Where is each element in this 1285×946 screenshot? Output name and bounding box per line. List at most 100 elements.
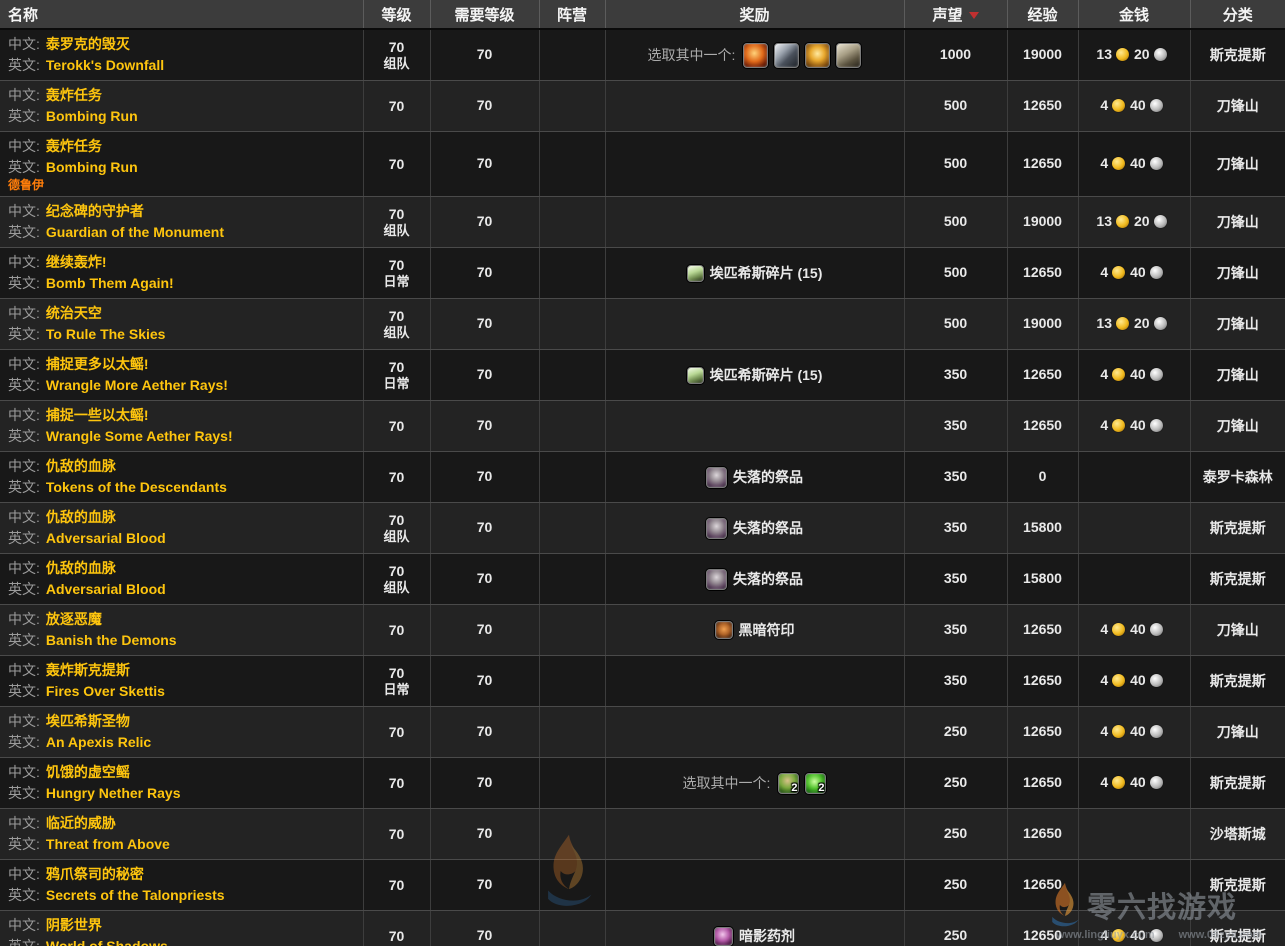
spear-icon[interactable] <box>836 43 861 68</box>
quest-link-en[interactable]: Fires Over Skettis <box>46 683 165 699</box>
quest-row: 中文:阴影世界英文:World of Shadows7070暗影药剂250126… <box>0 911 1285 946</box>
shadow-potion-icon[interactable] <box>714 927 733 946</box>
reward-item-link[interactable]: 失落的祭品 <box>733 467 803 487</box>
money-cell: 440 <box>1078 248 1190 299</box>
language-label: 中文: <box>8 917 40 933</box>
reputation-value: 500 <box>944 264 967 280</box>
language-label: 中文: <box>8 866 40 882</box>
column-header-label: 需要等级 <box>454 7 514 24</box>
column-header-reward[interactable]: 奖励 <box>605 0 904 29</box>
silver-amount: 40 <box>1130 927 1146 943</box>
apexis-shard-icon[interactable] <box>687 367 704 384</box>
quest-name-line-en: 英文:Tokens of the Descendants <box>8 477 357 498</box>
quest-link-cn[interactable]: 捕捉更多以太鳐! <box>46 356 149 372</box>
quest-link-cn[interactable]: 仇敌的血脉 <box>46 509 116 525</box>
quest-link-en[interactable]: Banish the Demons <box>46 632 177 648</box>
lost-offering-icon[interactable] <box>706 518 727 539</box>
quest-link-en[interactable]: Tokens of the Descendants <box>46 479 227 495</box>
quest-link-en[interactable]: Guardian of the Monument <box>46 224 224 240</box>
quest-link-cn[interactable]: 鸦爪祭司的秘密 <box>46 866 144 882</box>
quest-link-en[interactable]: Threat from Above <box>46 836 170 852</box>
category-cell: 刀锋山 <box>1190 350 1285 401</box>
column-header-category[interactable]: 分类 <box>1190 0 1285 29</box>
apexis-shard-icon[interactable] <box>687 265 704 282</box>
reward-cell: 埃匹希斯碎片 (15) <box>605 248 904 299</box>
language-label: 英文: <box>8 275 40 291</box>
quest-link-en[interactable]: Bomb Them Again! <box>46 275 174 291</box>
quest-name-cell: 中文:纪念碑的守护者英文:Guardian of the Monument <box>0 197 363 248</box>
quest-row: 中文:继续轰炸!英文:Bomb Them Again!70日常70埃匹希斯碎片 … <box>0 248 1285 299</box>
quest-link-en[interactable]: Bombing Run <box>46 159 138 175</box>
dark-sigil-icon[interactable] <box>715 621 733 639</box>
quest-link-cn[interactable]: 捕捉一些以太鳐! <box>46 407 149 423</box>
quest-link-en[interactable]: Wrangle Some Aether Rays! <box>46 428 233 444</box>
quest-link-cn[interactable]: 泰罗克的毁灭 <box>46 36 130 52</box>
reward-item-link[interactable]: 埃匹希斯碎片 (15) <box>710 263 823 283</box>
column-header-faction[interactable]: 阵营 <box>539 0 605 29</box>
quest-name-line-en: 英文:Adversarial Blood <box>8 528 357 549</box>
level-cell: 70 <box>363 707 430 758</box>
quest-name-line-en: 英文:Banish the Demons <box>8 630 357 651</box>
column-header-level[interactable]: 等级 <box>363 0 430 29</box>
quest-link-cn[interactable]: 饥饿的虚空鳐 <box>46 764 130 780</box>
quest-link-en[interactable]: Hungry Nether Rays <box>46 785 181 801</box>
reputation-cell: 500 <box>904 299 1007 350</box>
experience-cell: 12650 <box>1007 758 1078 809</box>
quest-link-cn[interactable]: 仇敌的血脉 <box>46 560 116 576</box>
column-header-label: 声望 <box>932 7 962 24</box>
reward-item-link[interactable]: 埃匹希斯碎片 (15) <box>710 365 823 385</box>
quest-link-en[interactable]: Terokk's Downfall <box>46 57 164 73</box>
gold-coin-icon <box>1116 215 1129 228</box>
quest-link-cn[interactable]: 轰炸任务 <box>46 87 102 103</box>
green-vial-icon[interactable]: 2 <box>805 773 826 794</box>
quest-link-en[interactable]: Bombing Run <box>46 108 138 124</box>
reward-item-link[interactable]: 失落的祭品 <box>733 518 803 538</box>
required-level-value: 70 <box>477 672 493 688</box>
required-level-cell: 70 <box>430 656 539 707</box>
quest-link-cn[interactable]: 放逐恶魔 <box>46 611 102 627</box>
silver-coin-icon <box>1154 215 1167 228</box>
lost-offering-icon[interactable] <box>706 467 727 488</box>
quest-link-en[interactable]: Secrets of the Talonpriests <box>46 887 225 903</box>
reward-item-link[interactable]: 失落的祭品 <box>733 569 803 589</box>
column-header-name[interactable]: 名称 <box>0 0 363 29</box>
money-cell: 440 <box>1078 758 1190 809</box>
quest-link-cn[interactable]: 继续轰炸! <box>46 254 107 270</box>
quest-row: 中文:轰炸任务英文:Bombing Run707050012650440刀锋山 <box>0 81 1285 132</box>
gold-coin-icon <box>1112 725 1125 738</box>
quest-link-en[interactable]: An Apexis Relic <box>46 734 151 750</box>
reward-item-link[interactable]: 暗影药剂 <box>739 926 795 946</box>
quest-link-cn[interactable]: 纪念碑的守护者 <box>46 203 144 219</box>
golden-shield-icon[interactable] <box>805 43 830 68</box>
column-header-reputation[interactable]: 声望 <box>904 0 1007 29</box>
reward-item-link[interactable]: 黑暗符印 <box>739 620 795 640</box>
quest-link-cn[interactable]: 埃匹希斯圣物 <box>46 713 130 729</box>
quest-link-cn[interactable]: 轰炸任务 <box>46 138 102 154</box>
green-potion-icon[interactable]: 2 <box>778 773 799 794</box>
quest-link-cn[interactable]: 阴影世界 <box>46 917 102 933</box>
quest-link-en[interactable]: Adversarial Blood <box>46 581 166 597</box>
quest-link-en[interactable]: Adversarial Blood <box>46 530 166 546</box>
quest-link-en[interactable]: Wrangle More Aether Rays! <box>46 377 228 393</box>
reward-content: 暗影药剂 <box>714 926 795 946</box>
language-label: 英文: <box>8 734 40 750</box>
quest-link-cn[interactable]: 统治天空 <box>46 305 102 321</box>
level-cell: 70 <box>363 758 430 809</box>
level-cell: 70 <box>363 401 430 452</box>
column-header-money[interactable]: 金钱 <box>1078 0 1190 29</box>
quest-link-en[interactable]: World of Shadows <box>46 938 168 946</box>
quest-link-cn[interactable]: 轰炸斯克提斯 <box>46 662 130 678</box>
fiery-mace-icon[interactable] <box>743 43 768 68</box>
quest-link-cn[interactable]: 仇敌的血脉 <box>46 458 116 474</box>
quest-link-cn[interactable]: 临近的威胁 <box>46 815 116 831</box>
reward-cell <box>605 401 904 452</box>
dagger-icon[interactable] <box>774 43 799 68</box>
lost-offering-icon[interactable] <box>706 569 727 590</box>
level-cell: 70 <box>363 911 430 946</box>
gold-coin-icon <box>1116 317 1129 330</box>
quest-link-en[interactable]: To Rule The Skies <box>46 326 166 342</box>
quest-name-line-cn: 中文:仇敌的血脉 <box>8 558 357 579</box>
column-header-required-level[interactable]: 需要等级 <box>430 0 539 29</box>
reward-cell <box>605 707 904 758</box>
column-header-experience[interactable]: 经验 <box>1007 0 1078 29</box>
